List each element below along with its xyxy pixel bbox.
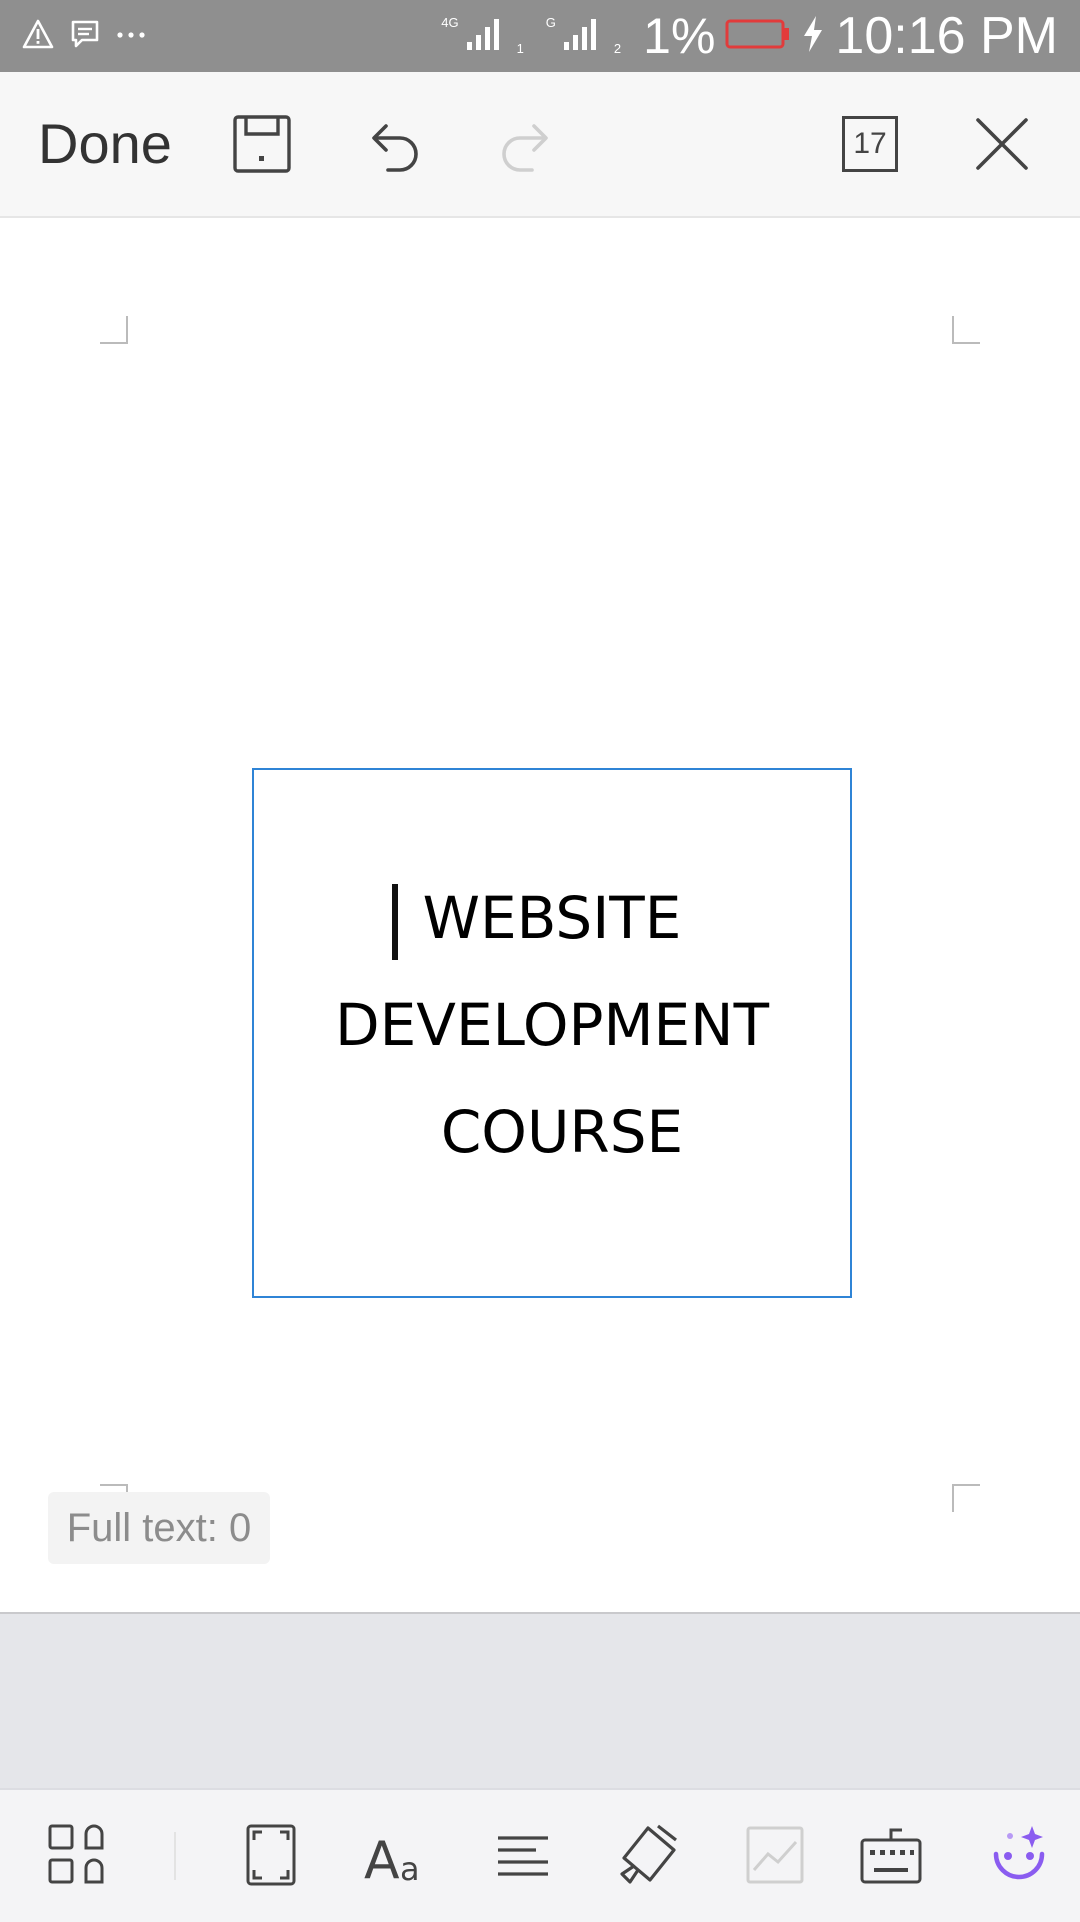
frame-icon[interactable] — [236, 1820, 306, 1890]
save-icon[interactable] — [232, 114, 292, 179]
text-box[interactable]: WEBSITE DEVELOPMENT COURSE — [252, 768, 852, 1298]
more-icon — [116, 27, 146, 45]
undo-icon[interactable] — [366, 116, 422, 181]
text-line-2: DEVELOPMENT — [334, 991, 769, 1059]
keyboard-icon[interactable] — [856, 1820, 926, 1890]
status-time: 10:16 PM — [835, 7, 1058, 65]
battery-icon — [725, 18, 791, 55]
page-corner-top-left — [100, 316, 128, 344]
bottom-toolbar: Aa — [0, 1788, 1080, 1922]
paint-icon[interactable] — [614, 1820, 684, 1890]
document-area[interactable]: WEBSITE DEVELOPMENT COURSE — [0, 218, 1080, 1614]
charging-icon — [801, 14, 825, 59]
text-line-1: WEBSITE — [422, 884, 682, 952]
network-1-label: 4G — [441, 14, 459, 30]
close-icon[interactable] — [974, 116, 1030, 177]
status-right: 4G 1 G 2 1% 10:16 PM — [441, 6, 1058, 66]
align-icon[interactable] — [488, 1820, 558, 1890]
signal-icon — [465, 16, 505, 57]
network-2-label: G — [545, 14, 556, 30]
status-left — [22, 14, 146, 58]
redo-icon[interactable] — [498, 116, 554, 181]
svg-text:a: a — [400, 1850, 420, 1888]
assistant-icon[interactable] — [984, 1820, 1054, 1890]
toolbar-divider — [174, 1832, 176, 1880]
font-icon[interactable]: Aa — [362, 1820, 432, 1891]
full-text-count[interactable]: Full text: 0 — [48, 1492, 270, 1564]
warning-icon — [22, 19, 54, 54]
page-count-icon[interactable]: 17 — [842, 116, 898, 172]
apps-icon[interactable] — [44, 1820, 114, 1890]
chart-icon[interactable] — [740, 1820, 810, 1890]
page-corner-top-right — [952, 316, 980, 344]
network-1-sub: 1 — [516, 40, 524, 56]
network-2-sub: 2 — [613, 40, 622, 56]
battery-percent: 1% — [643, 8, 716, 64]
top-toolbar: Done 17 — [0, 72, 1080, 218]
text-line-3: COURSE — [440, 1098, 684, 1166]
page-corner-bottom-right — [952, 1484, 980, 1512]
status-bar: 4G 1 G 2 1% 10:16 PM — [0, 0, 1080, 72]
keyboard-placeholder-area — [0, 1614, 1080, 1788]
done-button[interactable]: Done — [38, 110, 172, 178]
signal-icon — [562, 16, 602, 57]
message-icon — [70, 19, 100, 54]
svg-text:A: A — [364, 1831, 400, 1890]
